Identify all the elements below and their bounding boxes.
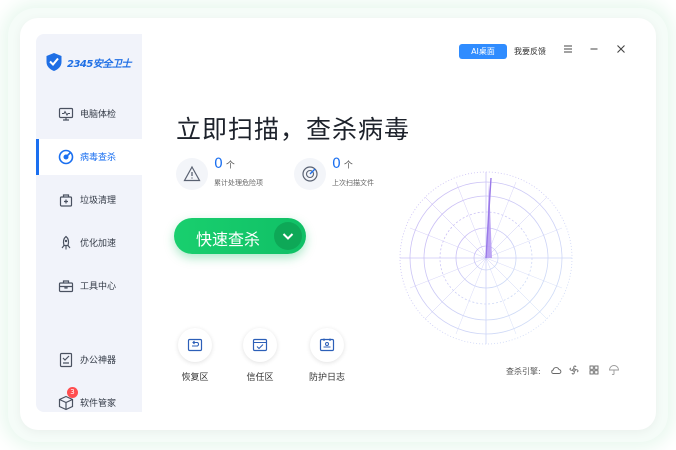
quick-scan-label: 快速查杀 [196,230,261,249]
chevron-down-icon [282,233,294,240]
grid-icon[interactable] [588,364,600,376]
stat-icon-bg [294,158,326,190]
trash-bag-icon [59,194,73,207]
monitor-icon [58,107,74,121]
tool-label: 恢复区 [181,373,209,383]
virus-scan-icon [58,149,74,165]
logo-text: 2345安全卫士 [67,58,131,70]
toolbox-icon [58,280,74,293]
umbrella-icon[interactable] [608,364,620,376]
minimize-icon[interactable] [587,42,601,56]
sidebar: 2345安全卫士 电脑体检 病毒查杀 垃圾清理 优化加速 工具中心 办公神器 3… [36,34,142,412]
cloud-icon[interactable] [550,364,562,376]
sidebar-item-software-manager[interactable]: 3 软件管家 [36,385,142,421]
update-count-badge: 3 [67,387,78,398]
stat-value-row: 0个 [332,156,353,172]
radar-icon [302,166,318,182]
stat-icon-bg [176,158,208,190]
sidebar-item-label: 办公神器 [80,356,117,366]
sidebar-item-label: 优化加速 [80,239,117,249]
stat-value-row: 0个 [214,156,235,172]
trust-icon [252,338,268,352]
scan-options-dropdown[interactable] [274,222,302,250]
stat-label: 上次扫描文件 [332,179,374,187]
quick-scan-button[interactable]: 快速查杀 [174,218,306,254]
app-logo: 2345安全卫士 [45,52,131,72]
tool-icon-bg [310,328,344,362]
restore-icon [187,338,203,352]
sidebar-item-optimize[interactable]: 优化加速 [36,225,142,261]
office-icon [59,352,73,368]
tool-icon-bg [243,328,277,362]
active-indicator [36,139,39,175]
sidebar-item-label: 电脑体检 [80,110,117,120]
menu-icon[interactable] [561,42,575,56]
sidebar-item-label: 垃圾清理 [80,196,117,206]
sidebar-item-label: 病毒查杀 [80,153,117,163]
warning-icon [183,165,201,182]
tool-label: 防护日志 [308,373,345,383]
stat-unit: 个 [225,161,235,171]
log-icon [319,338,335,352]
feedback-link[interactable]: 我要反馈 [514,46,546,57]
sidebar-item-pc-checkup[interactable]: 电脑体检 [36,96,142,132]
page-title: 立即扫描，查杀病毒 [176,115,411,144]
tool-label: 信任区 [246,373,274,383]
engine-label: 查杀引擎: [506,367,541,376]
close-icon[interactable] [614,42,628,56]
stat-value: 0 [214,156,223,172]
tool-icon-bg [178,328,212,362]
stat-value: 0 [332,156,341,172]
ai-desktop-button[interactable]: AI桌面 [459,44,507,59]
sidebar-item-virus-scan[interactable]: 病毒查杀 [36,139,142,175]
sidebar-item-office[interactable]: 办公神器 [36,342,142,378]
stat-label: 累计处理危险项 [214,179,263,187]
sidebar-item-label: 工具中心 [80,282,117,292]
sidebar-item-label: 软件管家 [80,399,117,409]
sidebar-item-junk-clean[interactable]: 垃圾清理 [36,182,142,218]
shield-logo-icon [46,53,62,71]
stat-unit: 个 [343,161,353,171]
sidebar-item-tool-center[interactable]: 工具中心 [36,268,142,304]
main-window: 2345安全卫士 电脑体检 病毒查杀 垃圾清理 优化加速 工具中心 办公神器 3… [20,18,656,430]
radar-graphic [399,171,573,345]
fan-icon[interactable] [568,364,580,376]
rocket-icon [61,235,71,250]
